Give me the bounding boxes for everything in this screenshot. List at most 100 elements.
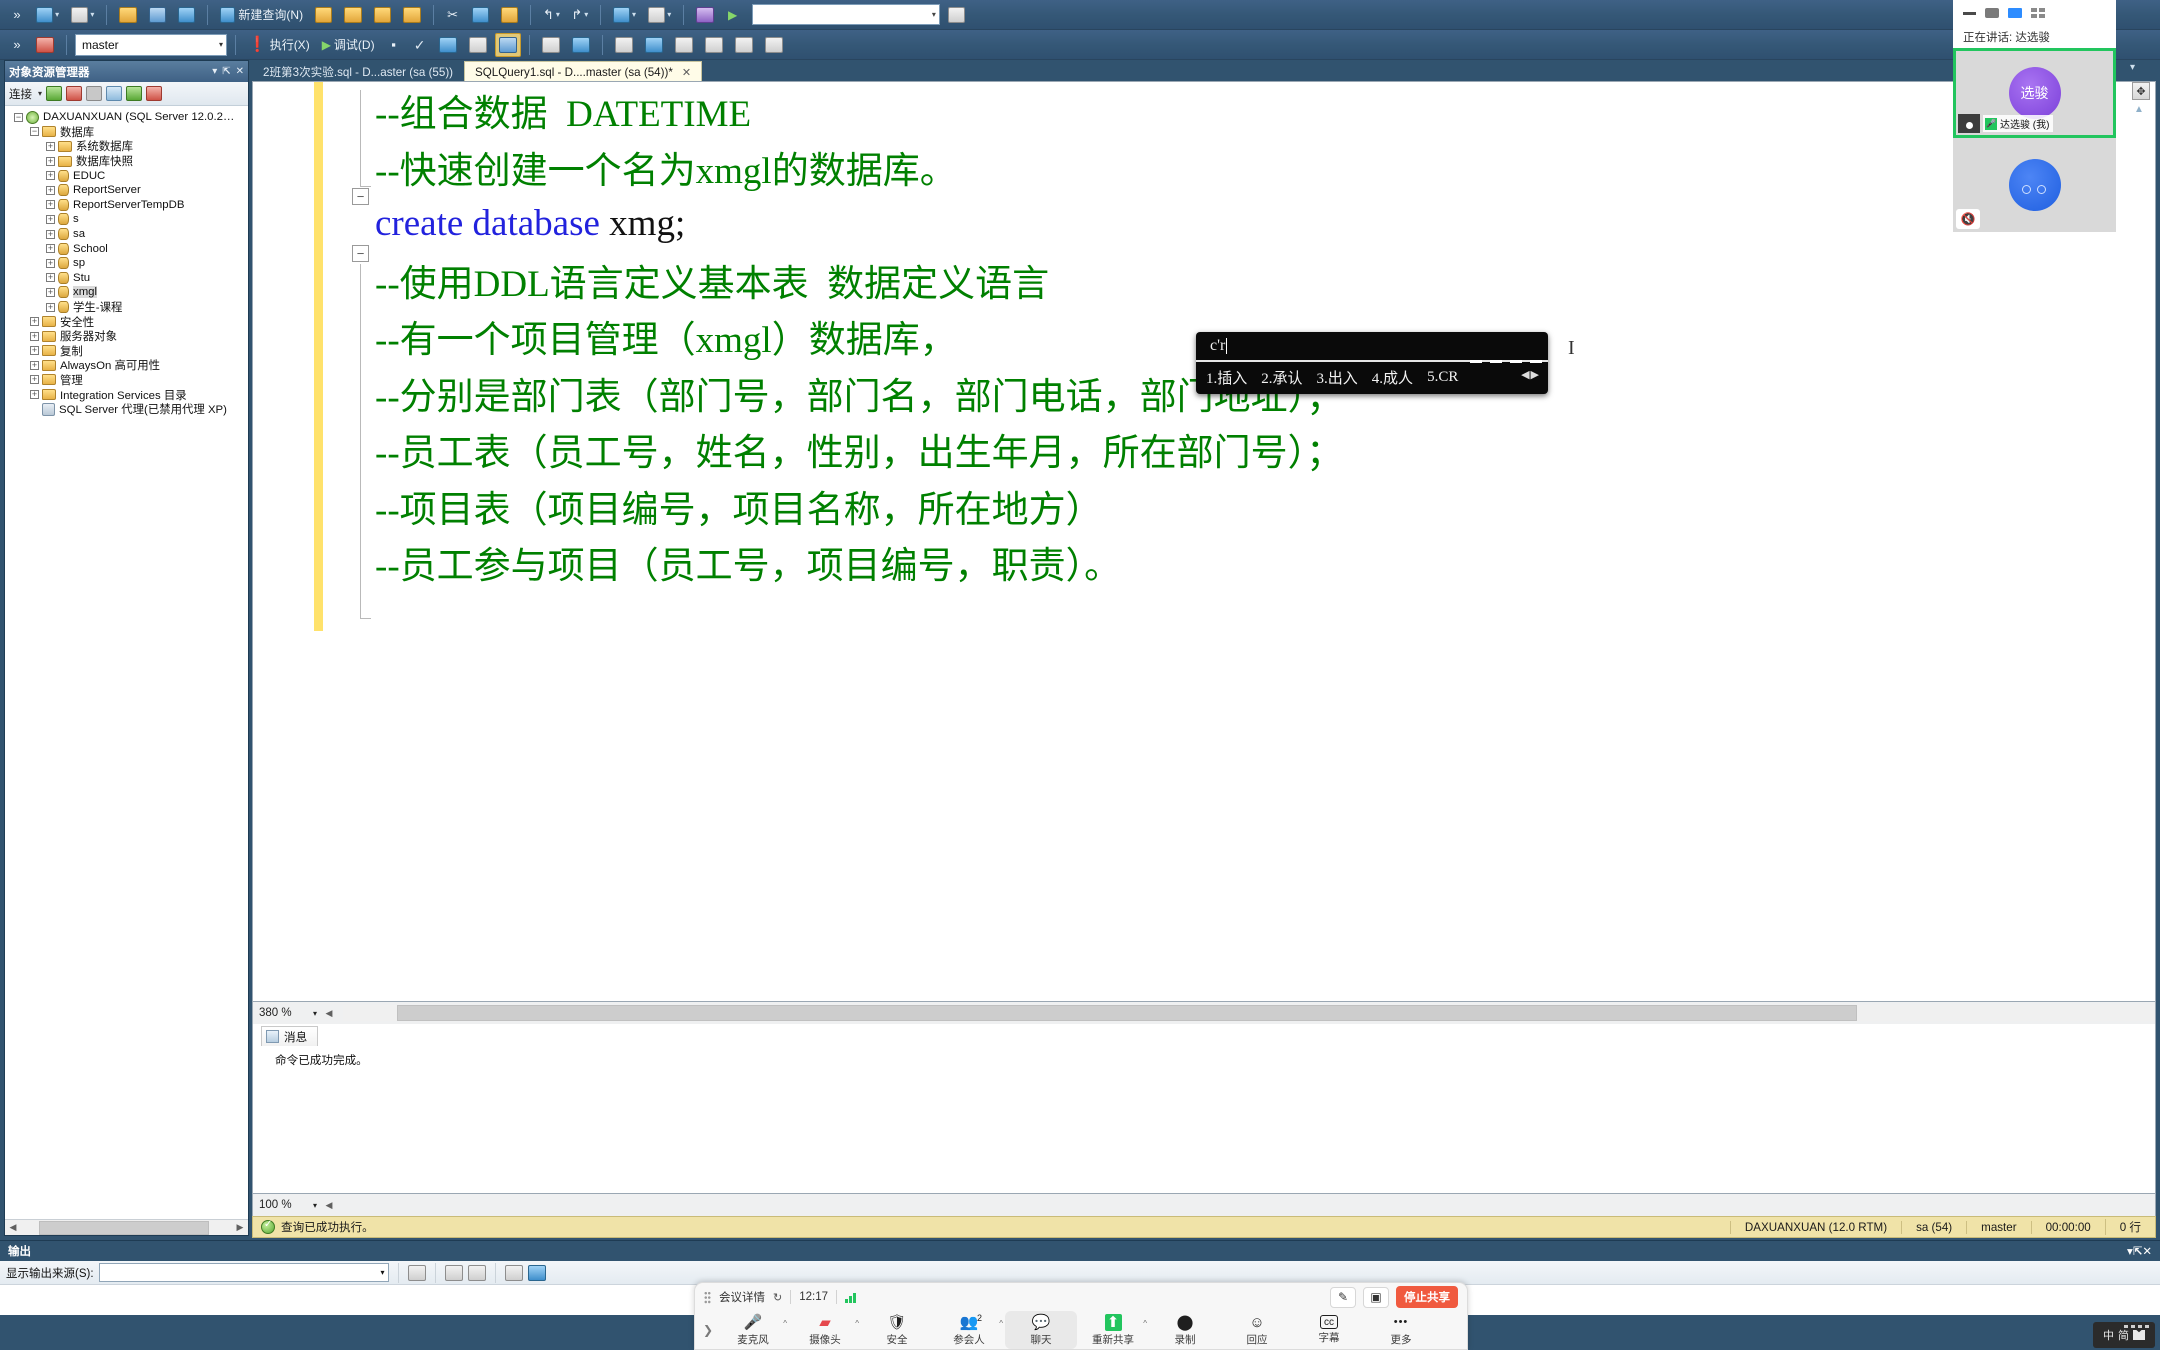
window-icon[interactable] (1985, 8, 1999, 18)
expand-icon[interactable]: + (29, 374, 40, 385)
chevron-up-icon[interactable]: ^ (1143, 1319, 1147, 1328)
database-engine-query-button[interactable] (311, 3, 336, 27)
refresh-icon[interactable]: ↻ (773, 1291, 782, 1304)
editor-tab[interactable]: 2班第3次实验.sql - D...aster (sa (55)) (252, 61, 464, 82)
tree-node[interactable]: + 学生-课程 (5, 300, 248, 315)
object-explorer-tree[interactable]: − DAXUANXUAN (SQL Server 12.0.2… − 数据库 + 系统数据… (5, 106, 248, 1219)
sql-editor[interactable]: − − --组合数据 DATETIME --快速创建一个名为xmgl的数据库。 cr… (252, 81, 2156, 1002)
object-explorer-hscrollbar[interactable]: ◀ ▶ (5, 1219, 248, 1235)
expand-icon[interactable]: + (45, 287, 56, 298)
tree-node[interactable]: + 复制 (5, 344, 248, 359)
close-icon[interactable]: ✕ (682, 66, 691, 79)
include-actual-plan-button[interactable] (494, 32, 521, 57)
tree-node[interactable]: + s (5, 212, 248, 227)
chevron-down-icon[interactable]: ▾ (313, 1201, 317, 1210)
uncomment-lines-button[interactable] (701, 33, 727, 57)
results-to-grid-button[interactable] (568, 33, 594, 57)
network-quality-icon[interactable] (845, 1292, 856, 1303)
analysis-mdx-query-button[interactable] (340, 3, 365, 27)
ime-candidate[interactable]: 2.承认 (1261, 367, 1302, 388)
zoom-control-record[interactable]: ⬤ 录制 (1149, 1311, 1221, 1349)
expand-icon[interactable]: + (45, 199, 56, 210)
tree-node[interactable]: + 系统数据库 (5, 139, 248, 154)
undo-button[interactable]: ↰ ▾ (539, 3, 563, 27)
save-all-button[interactable] (174, 3, 199, 27)
execute-button[interactable]: ❗ 执行(X) (244, 33, 314, 57)
editor-line[interactable]: --组合数据 DATETIME (375, 82, 2135, 139)
scroll-up-icon[interactable]: ▲ (2134, 104, 2144, 115)
stop-share-button[interactable]: 停止共享 (1396, 1286, 1458, 1308)
save-button[interactable] (145, 3, 170, 27)
expand-icon[interactable]: + (45, 272, 56, 283)
editor-line[interactable]: --使用DDL语言定义基本表 数据定义语言 (375, 252, 2135, 309)
close-icon[interactable]: ✕ (236, 66, 244, 77)
scroll-left-icon[interactable]: ◀ (321, 1197, 337, 1213)
editor-tab-active[interactable]: SQLQuery1.sql - D....master (sa (54))* ✕ (464, 61, 703, 82)
toggle-word-wrap-icon[interactable] (527, 1264, 546, 1281)
editor-line[interactable]: --员工参与项目（员工号，项目编号，职责）。 (375, 534, 2135, 591)
scroll-right-icon[interactable]: ▶ (232, 1220, 248, 1236)
zoom-control-captions[interactable]: cc 字幕 (1293, 1311, 1365, 1349)
cut-button[interactable]: ✂ (442, 3, 464, 27)
close-icon[interactable]: ✕ (2142, 1244, 2152, 1258)
redo-button[interactable]: ↱ ▾ (568, 3, 592, 27)
ime-candidate-list[interactable]: 1.插入 2.承认 3.出入 4.成人 5.CR (1196, 362, 1548, 392)
copy-button[interactable] (468, 3, 493, 27)
tree-node[interactable]: + sa (5, 227, 248, 242)
database-selector-combo[interactable]: master ▾ (75, 33, 227, 56)
tab-messages[interactable]: 消息 (261, 1026, 319, 1046)
chevron-down-icon[interactable]: ▾ (212, 66, 217, 77)
annotate-pen-icon[interactable]: ✎ (1330, 1286, 1356, 1308)
results-to-file-button[interactable] (641, 33, 667, 57)
zoom-control-reactions[interactable]: ☺ 回应 (1221, 1311, 1293, 1349)
ime-tray-handle[interactable] (2124, 1325, 2150, 1328)
quick-search-input[interactable]: ▾ (751, 4, 940, 25)
zoom-video-tile-self[interactable]: 选骏 🎤 达选骏 (我) (1953, 48, 2116, 138)
expand-icon[interactable]: + (45, 170, 56, 181)
expand-icon[interactable]: + (45, 214, 56, 225)
scroll-thumb[interactable] (397, 1005, 1857, 1021)
outline-collapse-box[interactable]: − (352, 245, 369, 262)
paste-button[interactable] (497, 3, 522, 27)
outline-collapse-box[interactable]: − (352, 188, 369, 205)
chevron-down-icon[interactable]: ▾ (313, 1009, 317, 1018)
chevron-up-icon[interactable]: ^ (855, 1319, 859, 1328)
expand-icon[interactable]: + (29, 316, 40, 327)
expand-icon[interactable]: + (45, 302, 56, 313)
expand-icon[interactable]: + (45, 141, 56, 152)
clear-pane-icon[interactable] (504, 1264, 523, 1281)
find-message-next-icon[interactable] (467, 1264, 486, 1281)
parse-button[interactable]: ✓ (409, 33, 431, 57)
scroll-thumb[interactable] (39, 1220, 209, 1235)
search-icon[interactable] (944, 3, 969, 27)
tree-node[interactable]: + Stu (5, 271, 248, 286)
gallery-view-icon[interactable] (2031, 8, 2045, 18)
show-diagram-button[interactable] (692, 3, 717, 27)
tree-node[interactable]: + School (5, 241, 248, 256)
split-view-handle-icon[interactable]: ✥ (2132, 82, 2150, 100)
zoom-video-tile-peer[interactable]: 🔇 (1953, 138, 2116, 232)
pin-icon[interactable]: ⇱ (2133, 1244, 2143, 1258)
zoom-control-more[interactable]: ••• 更多 (1365, 1311, 1437, 1349)
stop-button[interactable]: ▪ (383, 33, 405, 57)
expand-icon[interactable]: + (29, 331, 40, 342)
zoom-control-microphone[interactable]: 🎤 麦克风 ^ (717, 1311, 789, 1349)
connect-menu-label[interactable]: 连接 (9, 86, 32, 102)
navigate-forward-button[interactable]: ▾ (644, 3, 675, 27)
ime-candidate[interactable]: 3.出入 (1317, 367, 1358, 388)
ime-candidate[interactable]: 4.成人 (1372, 367, 1413, 388)
increase-indent-button[interactable] (761, 33, 787, 57)
editor-hscrollbar[interactable] (343, 1005, 2155, 1021)
analysis-dmx-query-button[interactable] (370, 3, 395, 27)
editor-line[interactable]: --快速创建一个名为xmgl的数据库。 (375, 139, 2135, 196)
ime-prev-page-icon[interactable]: ◀ (1521, 369, 1530, 381)
expand-icon[interactable]: + (45, 243, 56, 254)
navigate-backward-button[interactable]: ▾ (609, 3, 640, 27)
expand-icon[interactable]: + (45, 258, 56, 269)
include-client-statistics-button[interactable] (538, 33, 564, 57)
clear-all-icon[interactable] (407, 1264, 426, 1281)
results-to-text-button[interactable] (611, 33, 637, 57)
ime-candidate[interactable]: 5.CR (1427, 369, 1458, 386)
tree-node[interactable]: + 安全性 (5, 314, 248, 329)
expand-icon[interactable]: + (45, 185, 56, 196)
